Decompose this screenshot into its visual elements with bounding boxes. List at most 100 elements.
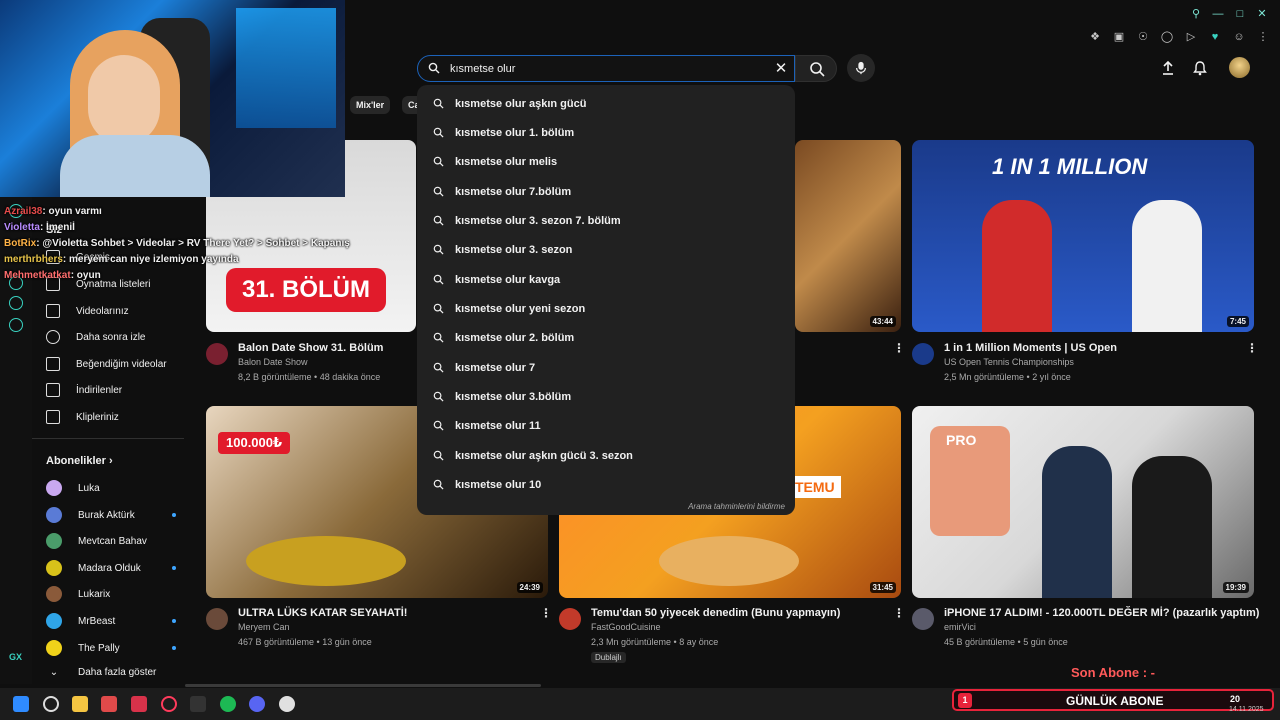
video-title[interactable]: Balon Date Show 31. Bölüm [238,342,383,354]
settings-icon[interactable] [9,318,23,332]
video-thumbnail[interactable]: 43:44 [795,140,901,332]
play-icon[interactable]: ▷ [1184,30,1198,44]
subscription-item[interactable]: Lukarix [46,586,110,602]
live-dot [172,566,176,570]
chip-mixes[interactable]: Mix'ler [350,96,391,114]
video-thumbnail[interactable]: PRO 19:39 [912,406,1254,598]
channel-name[interactable]: emirVici [944,622,976,632]
more-icon[interactable]: ⋮ [1256,30,1270,44]
subscription-item[interactable]: Burak Aktürk [46,507,176,523]
suggestion-item[interactable]: kısmetse olur 7 [417,353,795,382]
shield-icon[interactable]: ☉ [1136,30,1150,44]
discord-icon[interactable] [249,696,265,712]
close-icon[interactable]: ✕ [1256,8,1268,20]
heart-icon[interactable]: ♥ [1208,30,1222,44]
extensions-icon[interactable] [9,296,23,310]
subscriptions-heading[interactable]: Abonelikler › [46,455,113,467]
suggestion-item[interactable]: kısmetse olur 3.bölüm [417,382,795,411]
search-input[interactable] [450,60,750,78]
pin-icon[interactable]: ❖ [1088,30,1102,44]
sidebar-item-watch-later[interactable]: Daha sonra izle [46,327,145,347]
channel-avatar[interactable] [559,608,581,630]
scissors-icon [46,410,60,424]
more-options-icon[interactable]: ⋮ [540,607,552,619]
subscription-item[interactable]: The Pally [46,640,176,656]
search-icon [433,420,444,431]
upload-icon[interactable] [1160,60,1176,76]
restore-icon[interactable]: □ [1234,8,1246,20]
spotify-icon[interactable] [220,696,236,712]
vpn-icon[interactable]: ◯ [1160,30,1174,44]
opera-gx-icon[interactable] [161,696,177,712]
search-icon [433,303,444,314]
app-icon[interactable] [190,696,206,712]
subscription-item[interactable]: Luka [46,480,100,496]
bell-icon[interactable] [1192,60,1208,76]
daily-subscriber-widget: 1 GÜNLÜK ABONE [952,689,1274,711]
sidebar-item-liked[interactable]: Beğendiğim videolar [46,354,167,374]
live-dot [172,513,176,517]
snapshot-icon[interactable]: ▣ [1112,30,1126,44]
channel-name[interactable]: FastGoodCuisine [591,622,661,632]
chat-message: Azrail38: oyun varmı [4,206,102,217]
suggestion-item[interactable]: kısmetse olur 2. bölüm [417,323,795,352]
video-title[interactable]: ULTRA LÜKS KATAR SEYAHATİ! [238,607,407,619]
duration-badge: 19:39 [1222,582,1249,593]
suggestion-item[interactable]: kısmetse olur kavga [417,265,795,294]
video-thumbnail[interactable]: 1 IN 1 MILLION 7:45 [912,140,1254,332]
minimize-icon[interactable]: — [1212,8,1224,20]
search-button[interactable] [795,55,837,82]
windows-start-icon[interactable] [13,696,29,712]
search-icon[interactable]: ⚲ [1190,8,1202,20]
sidebar-item-downloads[interactable]: İndirilenler [46,380,122,400]
channel-avatar[interactable] [206,608,228,630]
more-options-icon[interactable]: ⋮ [893,342,905,354]
video-title[interactable]: iPHONE 17 ALDIM! - 120.000TL DEĞER Mİ? (… [944,607,1259,619]
suggestion-item[interactable]: kısmetse olur 7.bölüm [417,177,795,206]
suggestion-item[interactable]: kısmetse olur aşkın gücü [417,89,795,118]
show-more-button[interactable]: ⌄ Daha fazla göster [46,667,157,678]
player-figure [1132,200,1202,332]
chat-message: Violetta: İmeniİ [4,222,75,233]
clear-search-icon[interactable]: ✕ [772,60,790,78]
video-title[interactable]: Temu'dan 50 yiyecek denedim (Bunu yapmay… [591,607,840,619]
duration-badge: 31:45 [869,582,896,593]
suggestion-item[interactable]: kısmetse olur aşkın gücü 3. sezon [417,441,795,470]
suggestion-item[interactable]: kısmetse olur 10 [417,470,795,499]
channel-avatar[interactable] [912,608,934,630]
channel-avatar[interactable] [912,343,934,365]
sidebar-item-your-videos[interactable]: Videolarınız [46,301,129,321]
suggestion-item[interactable]: kısmetse olur 11 [417,411,795,440]
channel-avatar[interactable] [206,343,228,365]
avatar [46,613,62,629]
dubbed-badge: Dublajlı [591,652,626,663]
profile-icon[interactable]: ☺ [1232,30,1246,44]
subscription-item[interactable]: Mevtcan Bahav [46,533,147,549]
suggestion-item[interactable]: kısmetse olur 3. sezon 7. bölüm [417,206,795,235]
suggestion-item[interactable]: kısmetse olur 1. bölüm [417,118,795,147]
subscription-item[interactable]: MrBeast [46,613,176,629]
account-avatar[interactable] [1229,57,1250,78]
channel-name[interactable]: US Open Tennis Championships [944,357,1074,367]
suggestion-item[interactable]: kısmetse olur 3. sezon [417,235,795,264]
more-options-icon[interactable]: ⋮ [893,607,905,619]
subscription-item[interactable]: Madara Olduk [46,560,176,576]
app-icon[interactable] [131,696,147,712]
sidebar-item-clips[interactable]: Klipleriniz [46,407,119,427]
daily-count: 1 [958,693,972,708]
search-bar[interactable]: ✕ [417,55,795,82]
search-icon[interactable] [43,696,59,712]
shelf [236,8,336,128]
file-explorer-icon[interactable] [72,696,88,712]
suggestion-item[interactable]: kısmetse olur melis [417,147,795,176]
video-title[interactable]: 1 in 1 Million Moments | US Open [944,342,1117,354]
app-icon[interactable] [279,696,295,712]
more-options-icon[interactable]: ⋮ [1246,342,1258,354]
suggestion-item[interactable]: kısmetse olur yeni sezon [417,294,795,323]
app-icon[interactable] [101,696,117,712]
channel-name[interactable]: Balon Date Show [238,357,308,367]
voice-search-button[interactable] [847,54,875,82]
channel-name[interactable]: Meryem Can [238,622,290,632]
search-icon [433,332,444,343]
report-predictions-link[interactable]: Arama tahminlerini bildirme [688,502,785,511]
